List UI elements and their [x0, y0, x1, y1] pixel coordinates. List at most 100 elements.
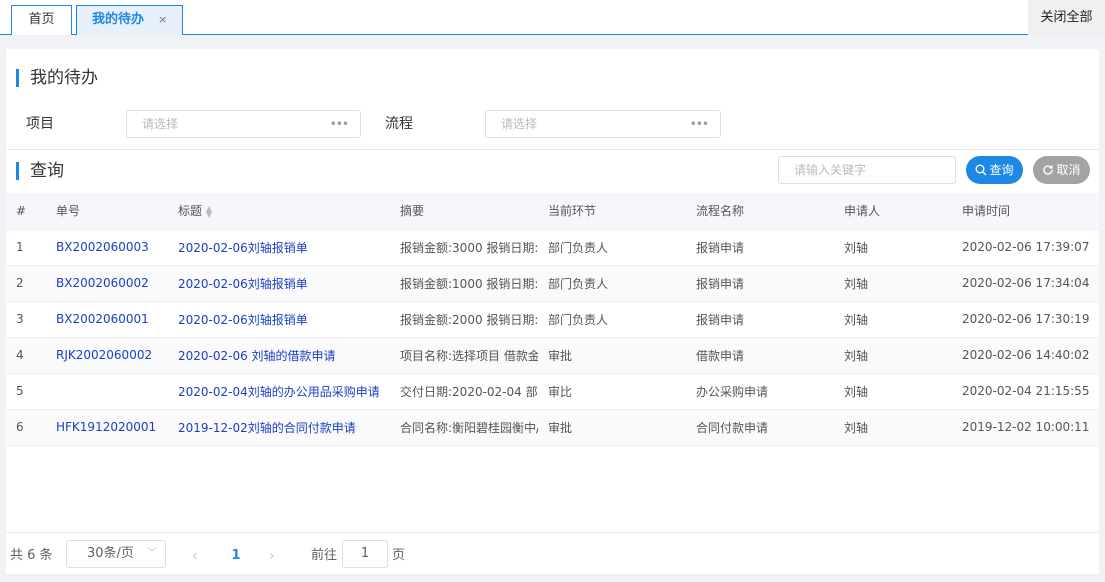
tab-my-todo[interactable]: 我的待办 × [76, 5, 183, 35]
chevron-down-icon: ﹀ [147, 548, 157, 559]
close-all-button[interactable]: 关闭全部 [1028, 0, 1105, 35]
keyword-input[interactable]: 请输入关键字 [778, 156, 956, 184]
cell-summary: 项目名称:选择项目 借款金 [390, 337, 538, 374]
cell-summary: 报销金额:1000 报销日期:2 [390, 265, 538, 302]
cell-time: 2020-02-06 17:30:19 [952, 301, 1099, 338]
tab-my-todo-label: 我的待办 [92, 12, 145, 27]
cell-no-link[interactable]: BX2002060003 [46, 229, 168, 266]
table-row[interactable]: 6 HFK1912020001 2019-12-02刘轴的合同付款申请 合同名称… [6, 409, 1099, 446]
section-accent-bar [16, 162, 19, 180]
col-header-index: # [6, 193, 46, 230]
page-title: 我的待办 [30, 68, 98, 88]
cell-applicant: 刘轴 [834, 337, 952, 374]
goto-label: 前往 [311, 548, 338, 563]
cell-time: 2020-02-06 17:34:04 [952, 265, 1099, 302]
section-accent-bar [16, 69, 19, 87]
cell-step: 部门负责人 [538, 301, 686, 338]
close-icon[interactable]: × [158, 6, 167, 34]
cell-step: 审批 [538, 409, 686, 446]
table-row[interactable]: 2 BX2002060002 2020-02-06刘轴报销单 报销金额:1000… [6, 265, 1099, 302]
tab-home[interactable]: 首页 [11, 5, 72, 35]
cell-time: 2020-02-04 21:15:55 [952, 373, 1099, 410]
col-header-flow: 流程名称 [686, 193, 834, 230]
table-row[interactable]: 1 BX2002060003 2020-02-06刘轴报销单 报销金额:3000… [6, 229, 1099, 266]
cell-time: 2020-02-06 14:40:02 [952, 337, 1099, 374]
cell-time: 2020-02-06 17:39:07 [952, 229, 1099, 266]
cell-flow: 报销申请 [686, 229, 834, 266]
cell-summary: 报销金额:2000 报销日期:2 [390, 301, 538, 338]
more-icon: ••• [689, 117, 709, 131]
cell-title-link[interactable]: 2020-02-06刘轴报销单 [168, 301, 390, 338]
table-row[interactable]: 3 BX2002060001 2020-02-06刘轴报销单 报销金额:2000… [6, 301, 1099, 338]
cell-summary: 合同名称:衡阳碧桂园衡中/ [390, 409, 538, 446]
cell-index: 3 [6, 301, 46, 338]
query-button-label: 查询 [989, 163, 1014, 177]
page-size-select[interactable]: 30条/页 ﹀ [66, 540, 166, 568]
cell-summary: 报销金额:3000 报销日期:2 [390, 229, 538, 266]
col-header-applicant: 申请人 [834, 193, 952, 230]
cell-applicant: 刘轴 [834, 229, 952, 266]
table-header-row: # 单号 标题 ▲ ▼ 摘要 当前环节 流程名称 申请人 申请时间 [6, 193, 1099, 230]
table-row[interactable]: 5 2020-02-04刘轴的办公用品采购申请 交付日期:2020-02-04 … [6, 373, 1099, 410]
goto-page-input[interactable]: 1 [342, 540, 388, 568]
pagination-total: 共 6 条 [10, 548, 53, 563]
cell-title-link[interactable]: 2020-02-06刘轴报销单 [168, 265, 390, 302]
cell-step: 部门负责人 [538, 265, 686, 302]
sort-icon[interactable]: ▲ ▼ [206, 204, 212, 218]
next-page-button[interactable]: › [269, 541, 275, 571]
cell-no-link[interactable]: RJK2002060002 [46, 337, 168, 374]
table-row[interactable]: 4 RJK2002060002 2020-02-06 刘轴的借款申请 项目名称:… [6, 337, 1099, 374]
cancel-button[interactable]: 取消 [1033, 156, 1090, 184]
project-label: 项目 [26, 116, 54, 132]
cell-flow: 报销申请 [686, 301, 834, 338]
page-unit-label: 页 [392, 548, 406, 563]
tab-bar: 首页 我的待办 × 关闭全部 [0, 0, 1105, 35]
cell-title-link[interactable]: 2019-12-02刘轴的合同付款申请 [168, 409, 390, 446]
col-header-title-label: 标题 [178, 204, 203, 219]
cell-index: 1 [6, 229, 46, 266]
col-header-title[interactable]: 标题 ▲ ▼ [168, 193, 390, 230]
cell-title-link[interactable]: 2020-02-06刘轴报销单 [168, 229, 390, 266]
col-header-time: 申请时间 [952, 193, 1099, 230]
divider [6, 149, 1099, 150]
cell-summary: 交付日期:2020-02-04 部门 [390, 373, 538, 410]
cell-flow: 报销申请 [686, 265, 834, 302]
flow-select-placeholder: 请选择 [501, 117, 538, 131]
content-area: 我的待办 项目 请选择 ••• 流程 请选择 ••• 查询 请输入关键字 查询 … [0, 35, 1105, 582]
cell-applicant: 刘轴 [834, 373, 952, 410]
query-section-title: 查询 [30, 161, 64, 181]
todo-table: # 单号 标题 ▲ ▼ 摘要 当前环节 流程名称 申请人 申请时间 1 BX2002… [6, 193, 1099, 446]
project-select[interactable]: 请选择 ••• [126, 110, 361, 138]
prev-page-button[interactable]: ‹ [192, 541, 198, 571]
page-number-current[interactable]: 1 [226, 541, 246, 571]
cell-index: 6 [6, 409, 46, 446]
cell-applicant: 刘轴 [834, 265, 952, 302]
cell-flow: 办公采购申请 [686, 373, 834, 410]
col-header-no: 单号 [46, 193, 168, 230]
cell-time: 2019-12-02 10:00:11 [952, 409, 1099, 446]
search-icon [975, 164, 987, 176]
project-select-placeholder: 请选择 [142, 117, 179, 131]
cell-no-link[interactable]: HFK1912020001 [46, 409, 168, 446]
col-header-step: 当前环节 [538, 193, 686, 230]
flow-label: 流程 [385, 116, 413, 132]
cancel-button-label: 取消 [1056, 163, 1081, 177]
refresh-icon [1043, 165, 1054, 175]
cell-index: 5 [6, 373, 46, 410]
cell-step: 审批 [538, 337, 686, 374]
cell-flow: 借款申请 [686, 337, 834, 374]
cell-title-link[interactable]: 2020-02-04刘轴的办公用品采购申请 [168, 373, 390, 410]
cell-index: 4 [6, 337, 46, 374]
cell-no-link[interactable]: BX2002060002 [46, 265, 168, 302]
cell-title-link[interactable]: 2020-02-06 刘轴的借款申请 [168, 337, 390, 374]
cell-no-link[interactable]: BX2002060001 [46, 301, 168, 338]
flow-select[interactable]: 请选择 ••• [485, 110, 721, 138]
cell-index: 2 [6, 265, 46, 302]
query-button[interactable]: 查询 [966, 156, 1023, 184]
cell-applicant: 刘轴 [834, 301, 952, 338]
page-size-value: 30条/页 [87, 546, 134, 561]
cell-no-link[interactable] [46, 373, 168, 410]
cell-step: 部门负责人 [538, 229, 686, 266]
col-header-summary: 摘要 [390, 193, 538, 230]
more-icon: ••• [329, 117, 349, 131]
